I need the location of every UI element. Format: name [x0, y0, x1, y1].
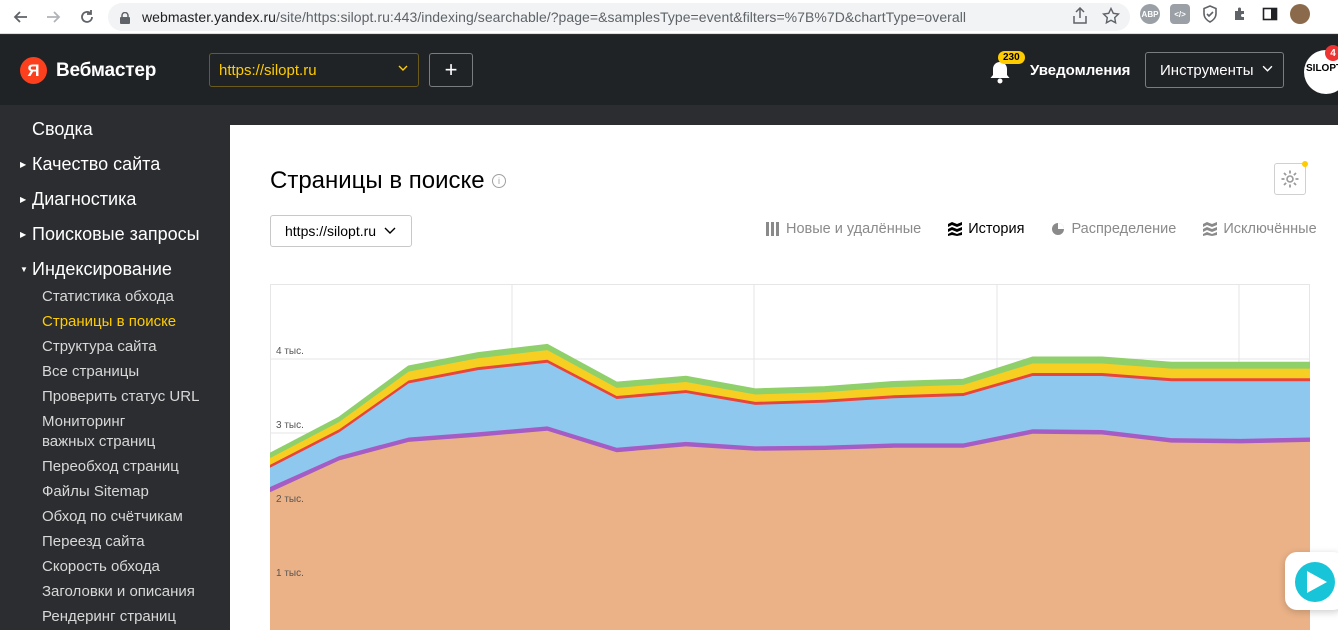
sidebar-item-diagnostics[interactable]: ▶ Диагностика	[20, 189, 136, 210]
extensions-puzzle-icon[interactable]	[1230, 4, 1250, 24]
back-icon[interactable]	[6, 2, 36, 32]
shield-icon[interactable]	[1200, 4, 1220, 24]
caret-right-icon: ▶	[20, 195, 27, 204]
page-title: Страницы в поиске	[270, 167, 485, 194]
sidebar-subitem-crawl-rate[interactable]: Скорость обхода	[42, 557, 160, 577]
adblock-icon[interactable]: ABP	[1140, 4, 1160, 24]
info-icon[interactable]: i	[492, 174, 506, 188]
profile-avatar-icon[interactable]	[1290, 4, 1310, 24]
site-selector[interactable]: https://silopt.ru	[209, 53, 419, 87]
app-header: Я Вебмастер https://silopt.ru + 230 Увед…	[0, 35, 1338, 105]
y-tick-label: 3 тыс.	[276, 420, 304, 431]
lock-icon	[120, 11, 130, 24]
floating-assistant-button[interactable]	[1285, 552, 1338, 610]
avatar-badge: 4	[1325, 45, 1338, 61]
sidebar-subitem-pages-in-search[interactable]: Страницы в поиске	[42, 312, 176, 332]
tab-history[interactable]: История	[947, 221, 1024, 237]
excluded-icon	[1202, 221, 1218, 237]
url-text: webmaster.yandex.ru/site/https:silopt.ru…	[142, 9, 967, 25]
y-tick-label: 2 тыс.	[276, 494, 304, 505]
pages-in-search-chart[interactable]: 1 тыс. 2 тыс. 3 тыс. 4 тыс.	[270, 284, 1310, 630]
chevron-down-icon	[384, 225, 396, 238]
notification-count-badge: 230	[998, 51, 1025, 64]
sidebar-item-summary[interactable]: Сводка	[32, 119, 93, 140]
sidebar-subitem-crawl-stats[interactable]: Статистика обхода	[42, 287, 174, 307]
sidebar-subitem-all-pages[interactable]: Все страницы	[42, 362, 139, 382]
gear-icon	[1281, 170, 1299, 188]
host-selector-value: https://silopt.ru	[285, 223, 377, 239]
sidebar-item-indexing[interactable]: ▼ Индексирование	[20, 259, 172, 280]
tab-excluded[interactable]: Исключённые	[1202, 221, 1317, 237]
tools-label: Инструменты	[1160, 61, 1254, 79]
tools-dropdown[interactable]: Инструменты	[1145, 52, 1284, 88]
browser-toolbar: webmaster.yandex.ru/site/https:silopt.ru…	[0, 0, 1338, 34]
tab-new-and-deleted[interactable]: Новые и удалённые	[765, 221, 921, 237]
sidebar-subitem-counter-crawl[interactable]: Обход по счётчикам	[42, 507, 183, 527]
sidebar-subitem-site-move[interactable]: Переезд сайта	[42, 532, 145, 552]
sidebar-subitem-sitemap[interactable]: Файлы Sitemap	[42, 482, 149, 502]
bookmark-star-icon[interactable]	[1101, 6, 1121, 30]
chart-area-series-0	[270, 430, 1310, 630]
bell-icon: 230	[988, 51, 1025, 85]
settings-indicator-dot	[1302, 161, 1308, 167]
code-extension-icon[interactable]: </>	[1170, 4, 1190, 24]
reload-icon[interactable]	[72, 2, 102, 32]
caret-down-icon: ▼	[20, 265, 28, 274]
logo-text: Вебмастер	[56, 59, 157, 81]
bars-icon	[765, 221, 781, 237]
main-content: Страницы в поиске i https://silopt.ru Но…	[230, 125, 1338, 630]
yandex-logo-icon: Я	[20, 57, 47, 84]
caret-right-icon: ▶	[20, 230, 27, 239]
sidebar-subitem-monitoring[interactable]: Мониторинг	[42, 412, 125, 432]
caret-right-icon: ▶	[20, 160, 27, 169]
pie-icon	[1050, 221, 1066, 237]
y-tick-label: 4 тыс.	[276, 346, 304, 357]
sidebar-subitem-check-url[interactable]: Проверить статус URL	[42, 387, 199, 407]
add-site-button[interactable]: +	[429, 53, 473, 87]
sidebar-item-site-quality[interactable]: ▶ Качество сайта	[20, 154, 160, 175]
notifications-label: Уведомления	[1030, 61, 1131, 79]
share-icon[interactable]	[1072, 6, 1088, 30]
site-selector-value: https://silopt.ru	[219, 61, 317, 79]
chevron-down-icon	[1262, 63, 1273, 77]
yandex-logo[interactable]: Я Вебмастер	[20, 57, 156, 84]
address-bar[interactable]: webmaster.yandex.ru/site/https:silopt.ru…	[108, 3, 1130, 31]
area-chart-svg: 1 тыс. 2 тыс. 3 тыс. 4 тыс.	[270, 284, 1310, 630]
sidebar-subitem-recrawl[interactable]: Переобход страниц	[42, 457, 179, 477]
sidebar-subitem-titles[interactable]: Заголовки и описания	[42, 582, 195, 602]
sidebar-subitem-rendering[interactable]: Рендеринг страниц	[42, 607, 176, 627]
chevron-down-icon	[398, 62, 408, 76]
sidebar-subitem-monitoring-line2[interactable]: важных страниц	[42, 432, 155, 452]
host-selector[interactable]: https://silopt.ru	[270, 215, 412, 247]
y-tick-label: 1 тыс.	[276, 568, 304, 579]
notifications-button[interactable]: 230 Уведомления	[988, 51, 1131, 85]
view-tabs: Новые и удалённые История Распределение …	[765, 221, 1317, 237]
sidebar: Сводка ▶ Качество сайта ▶ Диагностика ▶ Пои…	[0, 105, 230, 630]
history-icon	[947, 221, 963, 237]
tab-distribution[interactable]: Распределение	[1050, 221, 1176, 237]
sidebar-subitem-site-structure[interactable]: Структура сайта	[42, 337, 157, 357]
settings-button[interactable]	[1274, 163, 1306, 195]
sidebar-item-search-queries[interactable]: ▶ Поисковые запросы	[20, 224, 200, 245]
sidepanel-icon[interactable]	[1260, 4, 1280, 24]
forward-icon[interactable]	[38, 2, 68, 32]
play-icon	[1295, 562, 1335, 602]
